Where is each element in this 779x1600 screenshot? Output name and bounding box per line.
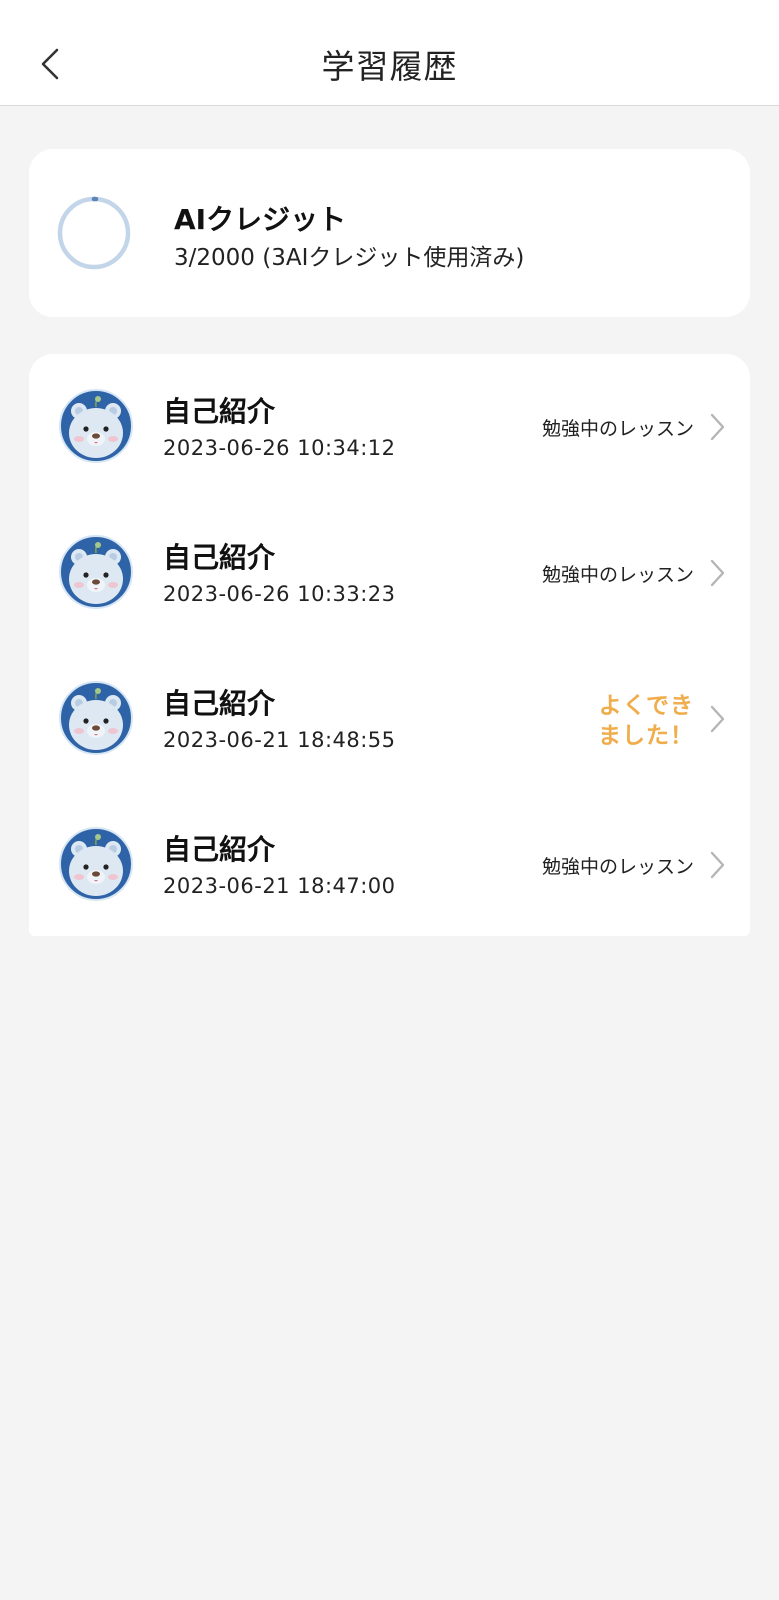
chevron-right-icon (710, 413, 725, 441)
bear-avatar-icon (59, 389, 133, 463)
lesson-title: 自己紹介 (163, 541, 276, 574)
page-title: 学習履歴 (321, 47, 458, 86)
credit-detail: 3/2000 (3AIクレジット使用済み) (174, 245, 525, 271)
chevron-right-icon (710, 559, 725, 587)
lesson-date: 2023-06-21 18:47:00 (163, 874, 396, 898)
status-line: よくでき (598, 693, 694, 719)
status-label: 勉強中のレッスン (541, 856, 694, 878)
bear-avatar-icon (59, 535, 133, 609)
lesson-title: 自己紹介 (163, 833, 276, 866)
credit-title: AIクレジット (174, 203, 347, 236)
list-item[interactable]: 自己紹介 2023-06-26 10:34:12 勉強中のレッスン (29, 354, 750, 500)
status-label: 勉強中のレッスン (541, 564, 694, 586)
lesson-title: 自己紹介 (163, 687, 276, 720)
status-label-good: よくでき ました！ (584, 691, 694, 751)
lesson-date: 2023-06-21 18:48:55 (163, 728, 396, 752)
ai-credit-card (29, 149, 750, 317)
lesson-title: 自己紹介 (163, 395, 276, 428)
lesson-date: 2023-06-26 10:34:12 (163, 436, 396, 460)
list-item[interactable]: 自己紹介 2023-06-21 18:48:55 よくでき ました！ (29, 646, 750, 792)
list-item[interactable]: 自己紹介 2023-06-26 10:33:23 勉強中のレッスン (29, 500, 750, 646)
bear-avatar-icon (59, 681, 133, 755)
credit-usage-ring (57, 196, 131, 270)
status-line: ました！ (598, 723, 694, 749)
list-item[interactable]: 自己紹介 2023-06-21 18:47:00 勉強中のレッスン (29, 792, 750, 938)
top-bar: 学習履歴 (0, 0, 779, 106)
chevron-right-icon (710, 851, 725, 879)
bear-avatar-icon (59, 827, 133, 901)
status-label: 勉強中のレッスン (541, 418, 694, 440)
lesson-date: 2023-06-26 10:33:23 (163, 582, 396, 606)
chevron-right-icon (710, 705, 725, 733)
